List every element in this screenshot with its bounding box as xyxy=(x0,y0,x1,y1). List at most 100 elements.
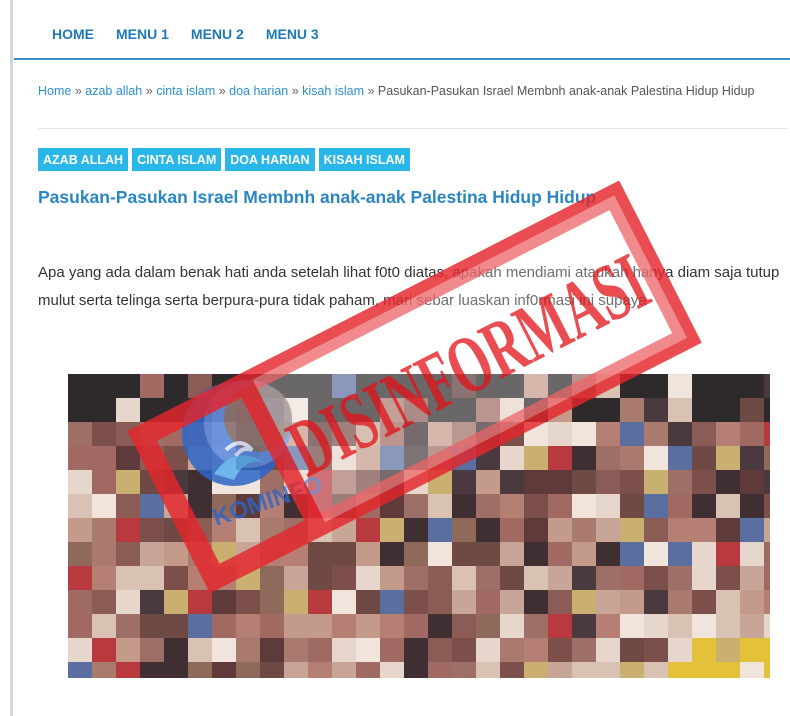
mosaic-tile xyxy=(428,638,452,662)
mosaic-tile xyxy=(764,470,770,494)
mosaic-tile xyxy=(476,590,500,614)
mosaic-tile xyxy=(452,542,476,566)
mosaic-tile xyxy=(500,566,524,590)
mosaic-tile xyxy=(620,494,644,518)
mosaic-tile xyxy=(716,638,740,662)
mosaic-tile xyxy=(212,614,236,638)
mosaic-tile xyxy=(692,374,716,398)
mosaic-tile xyxy=(332,398,356,422)
mosaic-tile xyxy=(548,590,572,614)
mosaic-tile xyxy=(716,518,740,542)
mosaic-tile xyxy=(164,494,188,518)
mosaic-tile xyxy=(596,494,620,518)
mosaic-tile xyxy=(380,590,404,614)
mosaic-tile xyxy=(236,614,260,638)
mosaic-tile xyxy=(404,398,428,422)
mosaic-tile xyxy=(356,614,380,638)
mosaic-tile xyxy=(188,566,212,590)
mosaic-tile xyxy=(140,590,164,614)
breadcrumb-separator: » xyxy=(367,84,375,98)
mosaic-tile xyxy=(572,590,596,614)
mosaic-tile xyxy=(260,374,284,398)
mosaic-tile xyxy=(596,590,620,614)
mosaic-tile xyxy=(524,374,548,398)
mosaic-tile xyxy=(740,422,764,446)
mosaic-tile xyxy=(212,518,236,542)
mosaic-tile xyxy=(380,518,404,542)
mosaic-tile xyxy=(116,374,140,398)
mosaic-tile xyxy=(284,566,308,590)
breadcrumb-link-azab-allah[interactable]: azab allah xyxy=(85,84,142,98)
mosaic-tile xyxy=(524,542,548,566)
mosaic-tile xyxy=(332,590,356,614)
tag-kisah-islam[interactable]: KISAH ISLAM xyxy=(318,148,410,171)
mosaic-tile xyxy=(668,542,692,566)
mosaic-tile xyxy=(260,590,284,614)
mosaic-tile xyxy=(140,374,164,398)
mosaic-tile xyxy=(668,470,692,494)
mosaic-tile xyxy=(476,614,500,638)
mosaic-tile xyxy=(332,470,356,494)
nav-item-menu-2[interactable]: MENU 2 xyxy=(191,26,244,42)
mosaic-tile xyxy=(356,470,380,494)
mosaic-tile xyxy=(644,638,668,662)
breadcrumb-home-link[interactable]: Home xyxy=(38,84,71,98)
mosaic-tile xyxy=(140,494,164,518)
mosaic-tile xyxy=(644,398,668,422)
mosaic-tile xyxy=(476,542,500,566)
tag-cinta-islam[interactable]: CINTA ISLAM xyxy=(132,148,222,171)
mosaic-tile xyxy=(284,422,308,446)
mosaic-tile xyxy=(164,614,188,638)
mosaic-tile xyxy=(740,470,764,494)
mosaic-tile xyxy=(116,518,140,542)
mosaic-tile xyxy=(596,662,620,678)
mosaic-tile xyxy=(668,422,692,446)
mosaic-tile xyxy=(404,374,428,398)
mosaic-tile xyxy=(572,398,596,422)
breadcrumb-link-kisah-islam[interactable]: kisah islam xyxy=(302,84,364,98)
nav-item-menu-1[interactable]: MENU 1 xyxy=(116,26,169,42)
mosaic-tile xyxy=(644,542,668,566)
mosaic-tile xyxy=(428,662,452,678)
tag-doa-harian[interactable]: DOA HARIAN xyxy=(225,148,315,171)
mosaic-tile xyxy=(68,398,92,422)
mosaic-tile xyxy=(644,422,668,446)
mosaic-tile xyxy=(572,542,596,566)
mosaic-tile xyxy=(668,566,692,590)
breadcrumb-link-cinta-islam[interactable]: cinta islam xyxy=(156,84,215,98)
mosaic-tile xyxy=(692,494,716,518)
mosaic-tile xyxy=(428,374,452,398)
mosaic-tile xyxy=(548,398,572,422)
mosaic-tile xyxy=(140,518,164,542)
mosaic-tile xyxy=(332,494,356,518)
tag-azab-allah[interactable]: AZAB ALLAH xyxy=(38,148,129,171)
mosaic-tile xyxy=(116,422,140,446)
mosaic-tile xyxy=(740,590,764,614)
mosaic-tile xyxy=(476,398,500,422)
mosaic-tile xyxy=(404,446,428,470)
mosaic-tile xyxy=(212,494,236,518)
left-border xyxy=(10,0,13,716)
mosaic-tile xyxy=(284,398,308,422)
mosaic-tile xyxy=(92,446,116,470)
mosaic-tile xyxy=(140,638,164,662)
post-title[interactable]: Pasukan-Pasukan Israel Membnh anak-anak … xyxy=(38,187,596,208)
mosaic-tile xyxy=(764,422,770,446)
mosaic-tile xyxy=(92,590,116,614)
nav-item-menu-3[interactable]: MENU 3 xyxy=(266,26,319,42)
mosaic-tile xyxy=(116,638,140,662)
mosaic-tile xyxy=(332,518,356,542)
nav-item-home[interactable]: HOME xyxy=(52,26,94,42)
mosaic-tile xyxy=(140,662,164,678)
mosaic-tile xyxy=(572,494,596,518)
mosaic-tile xyxy=(236,590,260,614)
mosaic-tile xyxy=(308,542,332,566)
mosaic-tile xyxy=(476,518,500,542)
mosaic-tile xyxy=(260,398,284,422)
mosaic-tile xyxy=(236,470,260,494)
mosaic-tile xyxy=(572,662,596,678)
mosaic-tile xyxy=(572,422,596,446)
breadcrumb-link-doa-harian[interactable]: doa harian xyxy=(229,84,288,98)
mosaic-tile xyxy=(452,518,476,542)
mosaic-tile xyxy=(668,446,692,470)
